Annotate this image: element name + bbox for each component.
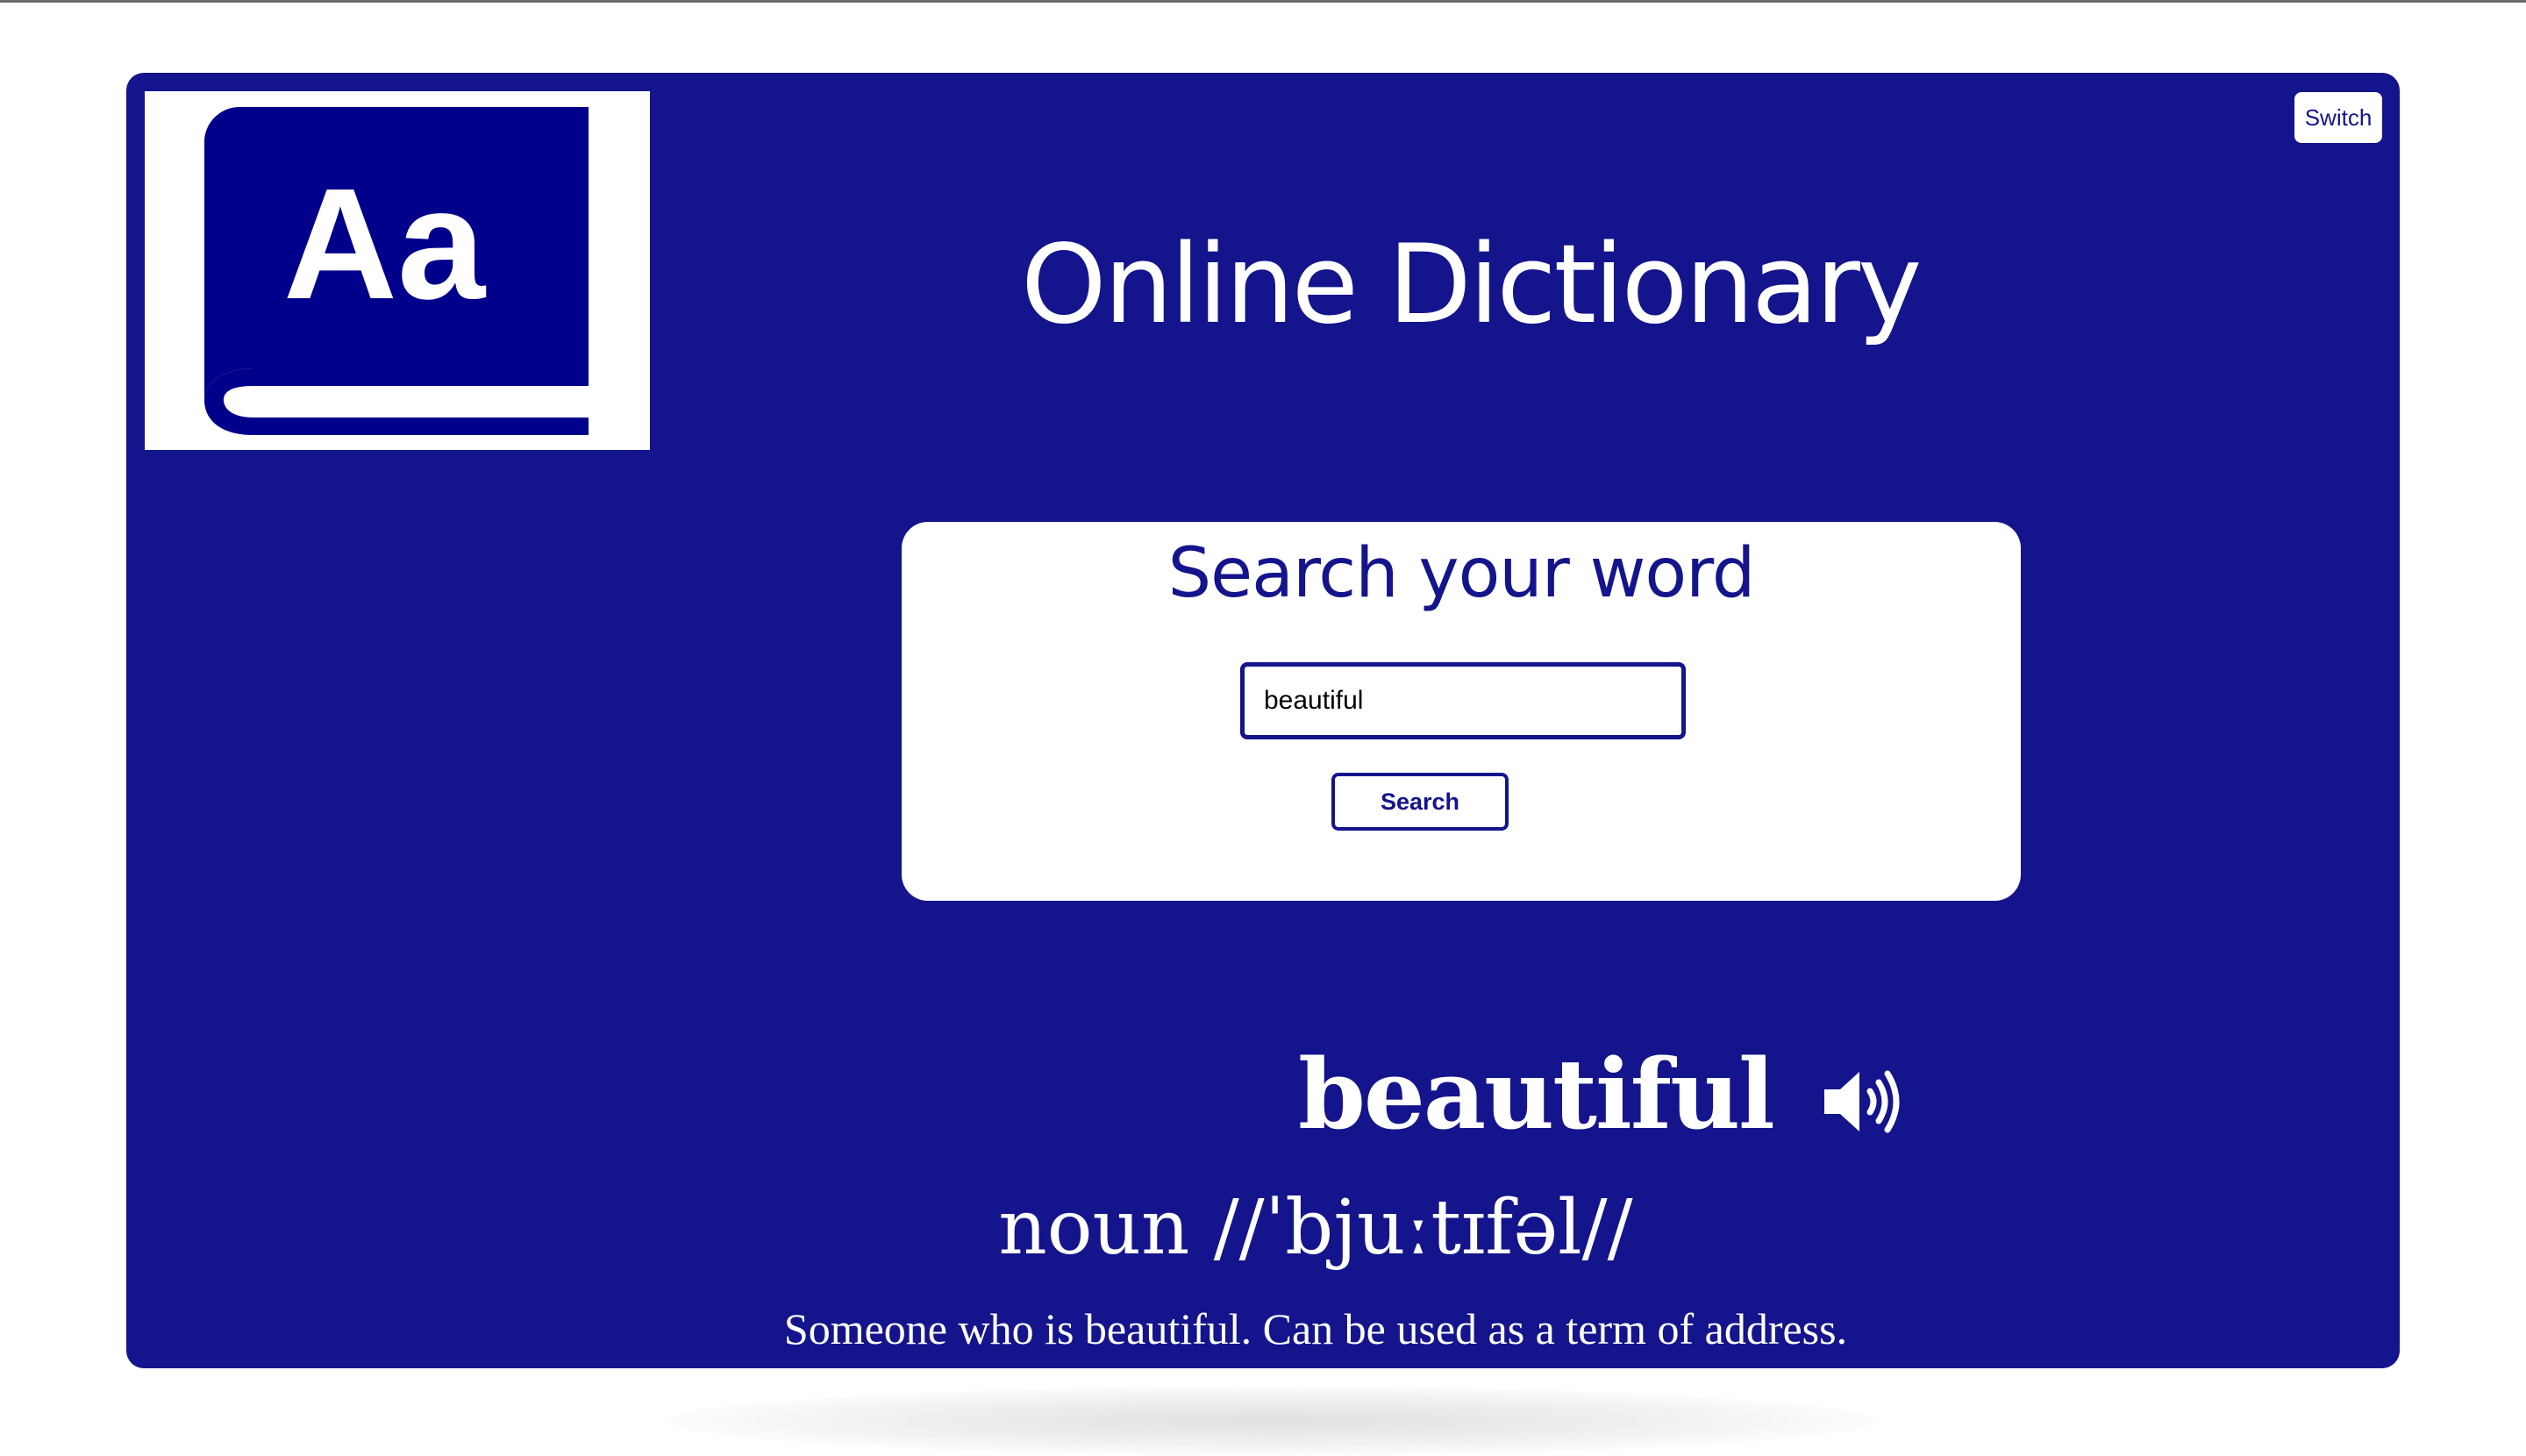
result-word: beautiful xyxy=(1298,1038,1775,1151)
speaker-icon[interactable] xyxy=(1821,1067,1909,1137)
part-of-speech: noun xyxy=(998,1184,1190,1272)
search-input[interactable] xyxy=(1240,662,1686,739)
book-icon: Aa xyxy=(145,91,650,450)
footer-shadow xyxy=(667,1386,1877,1456)
search-panel: Search your word Search xyxy=(902,522,2021,901)
phonetic-text: //ˈbjuːtɪfəl// xyxy=(1213,1184,1633,1272)
page-title: Online Dictionary xyxy=(1021,222,1922,348)
search-heading: Search your word xyxy=(1167,534,1756,613)
result-word-row: beautiful xyxy=(1298,1038,1775,1152)
search-button[interactable]: Search xyxy=(1331,773,1509,831)
browser-top-border xyxy=(0,0,2526,3)
definition-text: Someone who is beautiful. Can be used as… xyxy=(783,1304,1848,1353)
switch-theme-button[interactable]: Switch xyxy=(2294,92,2382,143)
dictionary-logo: Aa xyxy=(145,91,650,450)
svg-text:Aa: Aa xyxy=(283,156,487,332)
pronunciation-line: noun //ˈbjuːtɪfəl// xyxy=(126,1187,2400,1270)
dictionary-app-card: Aa Switch Online Dictionary Search your … xyxy=(126,73,2400,1404)
